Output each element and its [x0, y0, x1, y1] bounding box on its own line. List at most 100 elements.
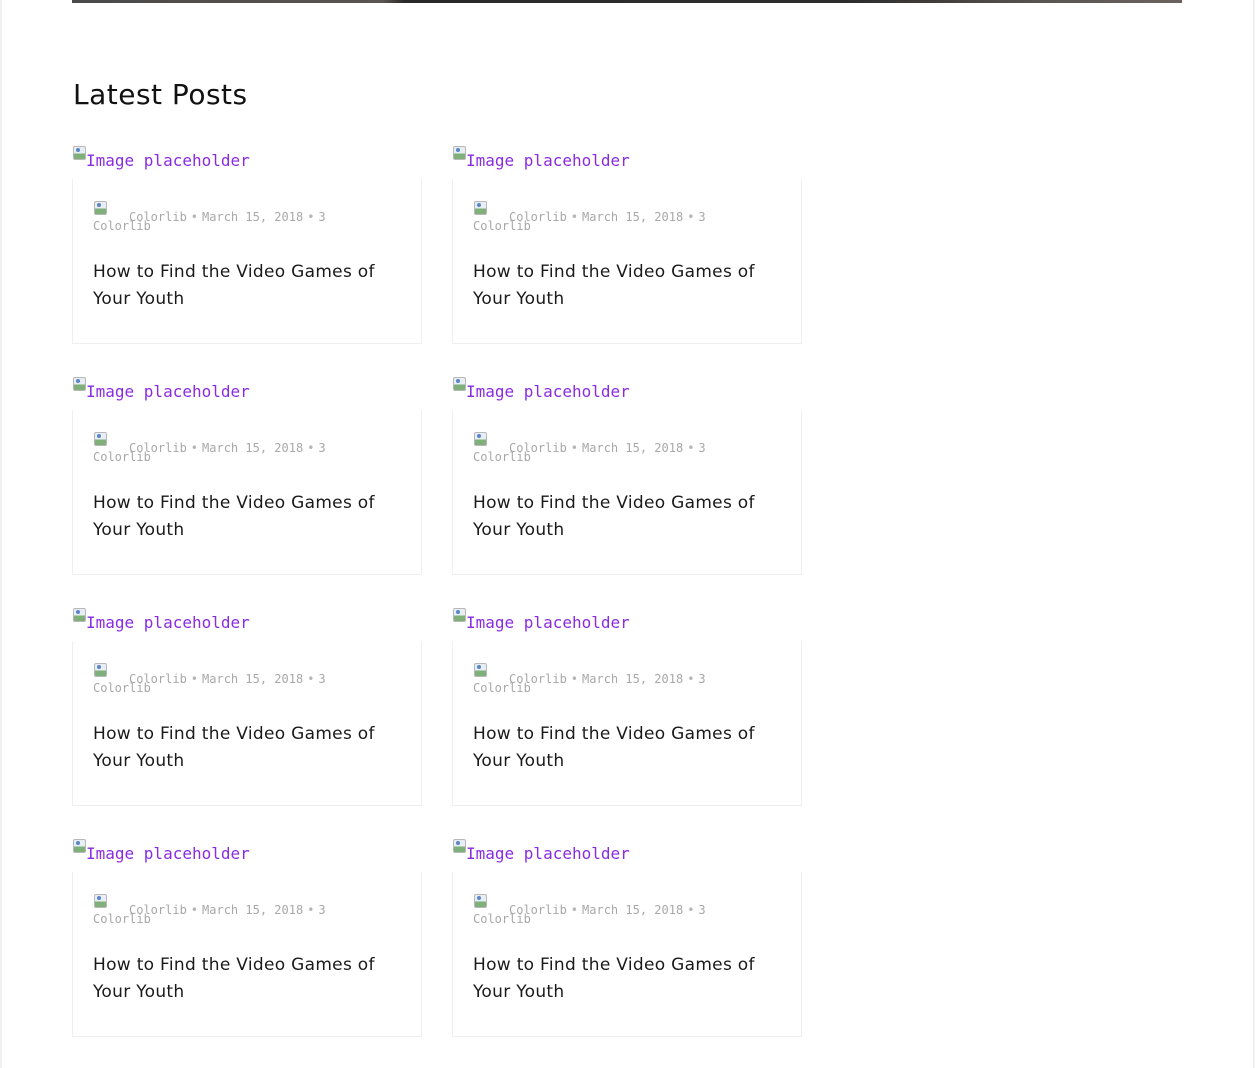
post-card-body: Colorlib Colorlib • March 15, 2018 • 3 How t…: [72, 179, 422, 344]
post-comment-count[interactable]: 3: [318, 672, 325, 686]
post-image-link[interactable]: Image placeholder: [72, 607, 250, 641]
meta-separator: •: [307, 210, 315, 224]
broken-image-icon: [452, 838, 466, 853]
meta-separator: •: [190, 210, 199, 224]
post-image-alt: Image placeholder: [86, 151, 250, 170]
post-card: Image placeholder Colorlib Colorlib • Marc…: [452, 376, 802, 575]
post-image-link[interactable]: Image placeholder: [72, 838, 250, 872]
post-meta-line: Colorlib • March 15, 2018 • 3: [129, 211, 326, 223]
post-card-body: Colorlib Colorlib • March 15, 2018 • 3 How t…: [452, 179, 802, 344]
post-title[interactable]: How to Find the Video Games of Your Yout…: [473, 259, 773, 313]
post-meta: Colorlib Colorlib • March 15, 2018 • 3: [473, 431, 793, 465]
post-comment-count[interactable]: 3: [698, 903, 705, 917]
post-image-link[interactable]: Image placeholder: [452, 838, 630, 872]
post-comment-count[interactable]: 3: [318, 441, 325, 455]
post-card-body: Colorlib Colorlib • March 15, 2018 • 3 How t…: [452, 410, 802, 575]
broken-image-icon: [473, 431, 487, 446]
broken-image-icon: [72, 607, 86, 622]
post-image-alt: Image placeholder: [466, 844, 630, 863]
post-author[interactable]: Colorlib: [509, 441, 567, 455]
post-author[interactable]: Colorlib: [509, 903, 567, 917]
post-card: Image placeholder Colorlib Colorlib • Marc…: [72, 838, 422, 1037]
broken-image-icon: [93, 200, 107, 215]
broken-image-icon: [452, 376, 466, 391]
post-card-body: Colorlib Colorlib • March 15, 2018 • 3 How t…: [72, 410, 422, 575]
meta-separator: •: [190, 903, 199, 917]
broken-image-icon: [72, 145, 86, 160]
broken-image-icon: [452, 607, 466, 622]
hero-image-bottom-edge: [72, 0, 1182, 3]
post-date: March 15, 2018: [582, 672, 684, 686]
post-comment-count[interactable]: 3: [318, 903, 325, 917]
post-image-alt: Image placeholder: [466, 382, 630, 401]
post-card: Image placeholder Colorlib Colorlib • Marc…: [452, 838, 802, 1037]
post-image-alt: Image placeholder: [86, 844, 250, 863]
meta-separator: •: [307, 441, 315, 455]
post-meta: Colorlib Colorlib • March 15, 2018 • 3: [473, 200, 793, 234]
post-meta: Colorlib Colorlib • March 15, 2018 • 3: [93, 893, 413, 927]
meta-separator: •: [687, 441, 695, 455]
meta-separator: •: [687, 672, 695, 686]
broken-image-icon: [72, 376, 86, 391]
post-date: March 15, 2018: [582, 903, 684, 917]
broken-image-icon: [473, 662, 487, 677]
meta-separator: •: [687, 210, 695, 224]
post-meta: Colorlib Colorlib • March 15, 2018 • 3: [473, 662, 793, 696]
post-image-link[interactable]: Image placeholder: [72, 376, 250, 410]
section-title: Latest Posts: [73, 78, 248, 111]
post-author[interactable]: Colorlib: [129, 672, 187, 686]
post-meta: Colorlib Colorlib • March 15, 2018 • 3: [93, 200, 413, 234]
post-image-link[interactable]: Image placeholder: [452, 607, 630, 641]
post-meta-line: Colorlib • March 15, 2018 • 3: [509, 673, 706, 685]
meta-separator: •: [687, 903, 695, 917]
post-meta: Colorlib Colorlib • March 15, 2018 • 3: [473, 893, 793, 927]
post-image-link[interactable]: Image placeholder: [452, 376, 630, 410]
post-image-alt: Image placeholder: [86, 613, 250, 632]
post-title[interactable]: How to Find the Video Games of Your Yout…: [93, 490, 393, 544]
post-comment-count[interactable]: 3: [318, 210, 325, 224]
post-title[interactable]: How to Find the Video Games of Your Yout…: [93, 952, 393, 1006]
post-meta-line: Colorlib • March 15, 2018 • 3: [509, 211, 706, 223]
posts-grid: Image placeholder Colorlib Colorlib • Marc…: [72, 145, 802, 1037]
post-title[interactable]: How to Find the Video Games of Your Yout…: [473, 952, 773, 1006]
post-card-body: Colorlib Colorlib • March 15, 2018 • 3 How t…: [72, 641, 422, 806]
post-author[interactable]: Colorlib: [129, 210, 187, 224]
post-card: Image placeholder Colorlib Colorlib • Marc…: [452, 607, 802, 806]
post-date: March 15, 2018: [202, 210, 304, 224]
meta-separator: •: [570, 441, 579, 455]
post-date: March 15, 2018: [582, 210, 684, 224]
meta-separator: •: [190, 441, 199, 455]
post-title[interactable]: How to Find the Video Games of Your Yout…: [93, 721, 393, 775]
post-author[interactable]: Colorlib: [129, 441, 187, 455]
post-card: Image placeholder Colorlib Colorlib • Marc…: [72, 376, 422, 575]
post-meta-line: Colorlib • March 15, 2018 • 3: [129, 673, 326, 685]
post-title[interactable]: How to Find the Video Games of Your Yout…: [473, 490, 773, 544]
post-author[interactable]: Colorlib: [509, 210, 567, 224]
post-meta: Colorlib Colorlib • March 15, 2018 • 3: [93, 662, 413, 696]
post-card-body: Colorlib Colorlib • March 15, 2018 • 3 How t…: [72, 872, 422, 1037]
post-comment-count[interactable]: 3: [698, 672, 705, 686]
post-card-body: Colorlib Colorlib • March 15, 2018 • 3 How t…: [452, 872, 802, 1037]
post-author[interactable]: Colorlib: [129, 903, 187, 917]
post-image-alt: Image placeholder: [86, 382, 250, 401]
post-author[interactable]: Colorlib: [509, 672, 567, 686]
post-image-alt: Image placeholder: [466, 613, 630, 632]
post-card: Image placeholder Colorlib Colorlib • Marc…: [452, 145, 802, 344]
broken-image-icon: [93, 662, 107, 677]
post-meta: Colorlib Colorlib • March 15, 2018 • 3: [93, 431, 413, 465]
post-title[interactable]: How to Find the Video Games of Your Yout…: [93, 259, 393, 313]
broken-image-icon: [93, 893, 107, 908]
meta-separator: •: [570, 672, 579, 686]
broken-image-icon: [72, 838, 86, 853]
post-meta-line: Colorlib • March 15, 2018 • 3: [509, 442, 706, 454]
post-comment-count[interactable]: 3: [698, 210, 705, 224]
post-title[interactable]: How to Find the Video Games of Your Yout…: [473, 721, 773, 775]
meta-separator: •: [307, 903, 315, 917]
post-image-alt: Image placeholder: [466, 151, 630, 170]
post-comment-count[interactable]: 3: [698, 441, 705, 455]
post-image-link[interactable]: Image placeholder: [72, 145, 250, 179]
broken-image-icon: [452, 145, 466, 160]
post-date: March 15, 2018: [202, 441, 304, 455]
meta-separator: •: [190, 672, 199, 686]
post-image-link[interactable]: Image placeholder: [452, 145, 630, 179]
